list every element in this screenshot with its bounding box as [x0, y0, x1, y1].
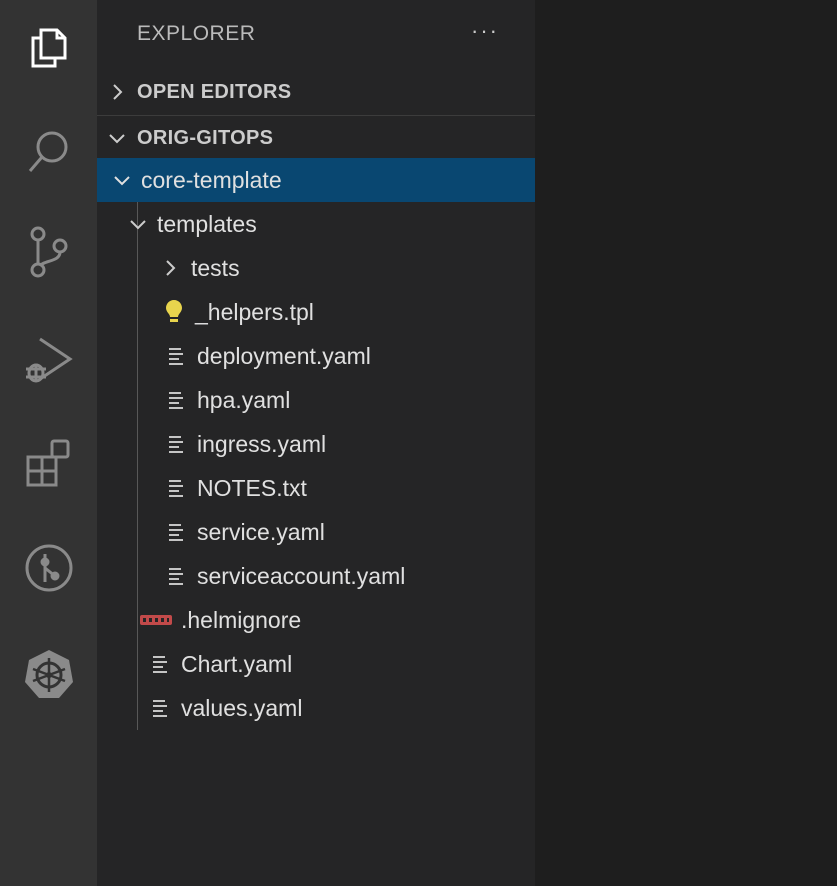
tree-file-helmignore[interactable]: .helmignore: [97, 598, 535, 642]
explorer-sidebar: EXPLORER ··· OPEN EDITORS ORIG-GITOPS co…: [97, 0, 535, 886]
file-lines-icon: [163, 387, 189, 413]
search-icon: [24, 127, 74, 177]
workspace-label: ORIG-GITOPS: [137, 126, 274, 149]
file-lines-icon: [163, 475, 189, 501]
ignore-file-icon: [139, 607, 173, 633]
activity-bar: [0, 0, 97, 886]
tree-folder-tests[interactable]: tests: [97, 246, 535, 290]
file-lines-icon: [163, 563, 189, 589]
tree-label: values.yaml: [181, 694, 303, 721]
tree-folder-templates[interactable]: templates: [97, 202, 535, 246]
editor-area: [535, 0, 837, 886]
chevron-right-icon: [97, 259, 177, 277]
workspace-header[interactable]: ORIG-GITOPS: [97, 118, 535, 158]
tree-file-service[interactable]: service.yaml: [97, 510, 535, 554]
extensions-icon: [22, 437, 76, 491]
run-debug-tab[interactable]: [0, 316, 97, 404]
open-editors-label: OPEN EDITORS: [137, 80, 292, 103]
kubernetes-tab[interactable]: [0, 630, 97, 718]
explorer-title: EXPLORER: [137, 22, 256, 45]
tree-file-notes[interactable]: NOTES.txt: [97, 466, 535, 510]
tree-label: service.yaml: [197, 518, 325, 545]
tree-file-helpers[interactable]: _helpers.tpl: [97, 290, 535, 334]
files-icon: [25, 24, 73, 72]
tree-label: .helmignore: [181, 606, 302, 633]
tree-file-deployment[interactable]: deployment.yaml: [97, 334, 535, 378]
tree-label: tests: [191, 254, 240, 281]
section-divider: [97, 115, 535, 116]
source-control-icon: [24, 224, 74, 280]
chevron-down-icon: [97, 173, 131, 187]
source-control-tab[interactable]: [0, 208, 97, 296]
tree-label: Chart.yaml: [181, 650, 293, 677]
tree-label: deployment.yaml: [197, 342, 371, 369]
explorer-tab[interactable]: [0, 4, 97, 92]
tree-file-chart[interactable]: Chart.yaml: [97, 642, 535, 686]
tree-label: core-template: [141, 166, 282, 193]
tree-file-values[interactable]: values.yaml: [97, 686, 535, 730]
tree-label: serviceaccount.yaml: [197, 562, 406, 589]
tree-label: ingress.yaml: [197, 430, 327, 457]
gitlens-icon: [23, 542, 75, 594]
search-tab[interactable]: [0, 108, 97, 196]
tree-label: hpa.yaml: [197, 386, 291, 413]
file-lines-icon: [163, 343, 189, 369]
open-editors-header[interactable]: OPEN EDITORS: [97, 72, 535, 112]
lightbulb-icon: [161, 299, 187, 325]
chevron-down-icon: [97, 217, 147, 231]
chevron-right-icon: [97, 83, 137, 101]
tree-label: _helpers.tpl: [195, 298, 314, 325]
file-lines-icon: [147, 651, 173, 677]
tree-label: NOTES.txt: [197, 474, 307, 501]
tree-folder-core-template[interactable]: core-template: [97, 158, 535, 202]
tree-label: templates: [157, 210, 257, 237]
extensions-tab[interactable]: [0, 420, 97, 508]
kubernetes-icon: [23, 648, 75, 700]
chevron-down-icon: [97, 131, 137, 145]
more-actions-button[interactable]: ···: [465, 18, 505, 48]
run-debug-icon: [22, 333, 76, 387]
file-lines-icon: [163, 519, 189, 545]
tree-file-serviceaccount[interactable]: serviceaccount.yaml: [97, 554, 535, 598]
file-lines-icon: [147, 695, 173, 721]
gitlens-tab[interactable]: [0, 524, 97, 612]
file-lines-icon: [163, 431, 189, 457]
tree-file-hpa[interactable]: hpa.yaml: [97, 378, 535, 422]
tree-file-ingress[interactable]: ingress.yaml: [97, 422, 535, 466]
